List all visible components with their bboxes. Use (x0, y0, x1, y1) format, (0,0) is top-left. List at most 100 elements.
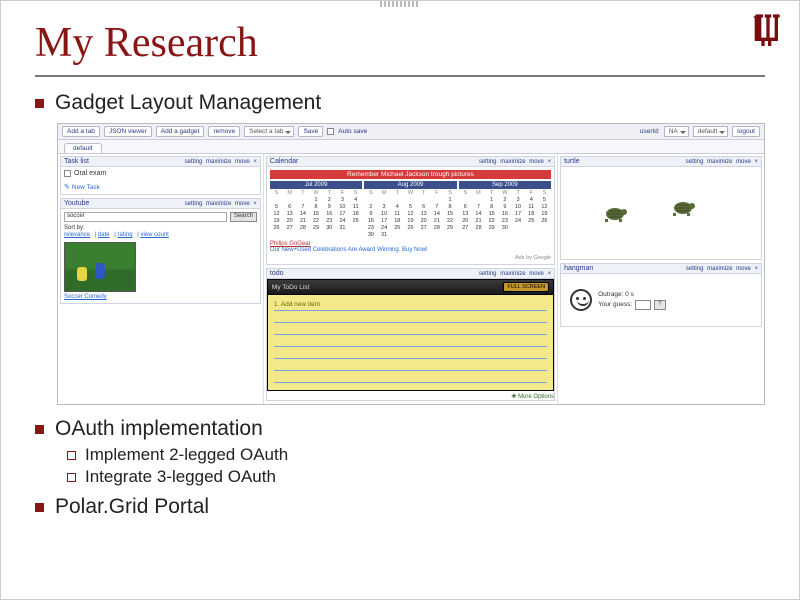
add-tab-button[interactable]: Add a tab (62, 126, 100, 137)
hangman-submit-button[interactable]: ? (654, 300, 665, 310)
youtube-actions: setting maximize move × (183, 201, 257, 207)
json-viewer-button[interactable]: JSON viewer (104, 126, 152, 137)
setting-link[interactable]: setting (479, 271, 497, 277)
maximize-link[interactable]: maximize (500, 271, 525, 277)
youtube-search-input[interactable]: soccer (64, 212, 227, 222)
remove-button[interactable]: remove (208, 126, 240, 137)
add-gadget-button[interactable]: Add a gadget (156, 126, 205, 137)
task-label: Oral exam (74, 170, 106, 177)
maximize-link[interactable]: maximize (707, 159, 732, 165)
todo-widget: todo setting maximize move × (266, 268, 555, 401)
youtube-body: soccer Search Sort by: relevance | date … (61, 209, 260, 303)
youtube-header: Youtube setting maximize move × (61, 199, 260, 209)
close-icon[interactable]: × (548, 271, 552, 277)
calendar-body: Remember Michael Jackson trough pictures… (267, 167, 554, 264)
move-link[interactable]: move (736, 159, 751, 165)
select-tab-dropdown[interactable]: Select a tab (244, 126, 294, 137)
hangman-guess-input[interactable] (635, 300, 651, 310)
logout-button[interactable]: logout (732, 126, 760, 137)
new-task-link[interactable]: New Task (64, 183, 257, 191)
youtube-caption[interactable]: Soccer Comedy (64, 294, 257, 300)
todo-line[interactable] (274, 323, 547, 335)
column-left: Task list setting maximize move × (58, 154, 264, 404)
todo-line[interactable] (274, 335, 547, 347)
tab-default[interactable]: default (64, 143, 102, 153)
maximize-link[interactable]: maximize (500, 159, 525, 165)
calendar-banner[interactable]: Remember Michael Jackson trough pictures (270, 170, 551, 179)
sort-relevance[interactable]: relevance (64, 232, 90, 238)
move-link[interactable]: move (529, 271, 544, 277)
youtube-title: Youtube (64, 200, 180, 207)
month-header: Aug 2009 (364, 181, 456, 189)
month-grid: SMTWTFS 1234 567891011 12131415161718 19… (270, 189, 362, 231)
ad-link-2[interactable]: Our New+Used Celebrations Are Award Winn… (270, 247, 428, 253)
close-icon[interactable]: × (754, 159, 758, 165)
setting-link[interactable]: setting (686, 159, 704, 165)
sub-3legged: Integrate 3-legged OAuth (85, 467, 765, 487)
user-id-dropdown[interactable]: NA (664, 126, 689, 137)
tasklist-body: Oral exam New Task (61, 167, 260, 194)
month-grid: SMTWTFS 1 2345678 9101112131415 16171819… (364, 189, 456, 238)
turtle-actions: setting maximize move × (684, 159, 758, 165)
turtle-icon (669, 197, 697, 217)
setting-link[interactable]: setting (185, 159, 203, 165)
todo-title: todo (270, 270, 474, 277)
todo-line[interactable] (274, 371, 547, 383)
fullscreen-button[interactable]: FULL SCREEN (503, 282, 549, 292)
more-options-link[interactable]: More Options (267, 393, 554, 400)
maximize-link[interactable]: maximize (206, 159, 231, 165)
calendar-actions: setting maximize move × (477, 159, 551, 165)
layout-dropdown[interactable]: default (693, 126, 729, 137)
todo-header: todo setting maximize move × (267, 269, 554, 279)
setting-link[interactable]: setting (185, 201, 203, 207)
gadget-toolbar: Add a tab JSON viewer Add a gadget remov… (58, 124, 764, 140)
bullet-list: Gadget Layout Management Add a tab JSON … (35, 91, 765, 519)
move-link[interactable]: move (235, 201, 250, 207)
hangman-text: Outrage: 0 s Your guess: ? (598, 291, 665, 310)
tasklist-header: Task list setting maximize move × (61, 157, 260, 167)
task-checkbox[interactable] (64, 170, 71, 177)
setting-link[interactable]: setting (686, 266, 704, 272)
sort-date[interactable]: date (98, 232, 110, 238)
youtube-thumbnail[interactable] (64, 242, 136, 292)
bullet-gadget-layout: Gadget Layout Management Add a tab JSON … (55, 91, 765, 405)
todo-line[interactable] (274, 311, 547, 323)
youtube-widget: Youtube setting maximize move × (60, 198, 261, 304)
save-button[interactable]: Save (298, 126, 323, 137)
task-row: Oral exam (64, 170, 257, 177)
close-icon[interactable]: × (754, 266, 758, 272)
maximize-link[interactable]: maximize (206, 201, 231, 207)
close-icon[interactable]: × (253, 159, 257, 165)
sort-rating[interactable]: rating (118, 232, 133, 238)
column-right: turtle setting maximize move × (558, 154, 764, 404)
setting-link[interactable]: setting (479, 159, 497, 165)
user-id-label: userId: (640, 128, 660, 135)
hangman-input-row: Your guess: ? (598, 300, 665, 310)
month-header: Jul 2009 (270, 181, 362, 189)
move-link[interactable]: move (235, 159, 250, 165)
todo-line[interactable] (274, 347, 547, 359)
todo-line[interactable]: 1. Add new item (274, 299, 547, 311)
slide-title: My Research (35, 15, 765, 73)
turtle-icon (601, 203, 629, 223)
todo-bar: My ToDo List FULL SCREEN (267, 279, 554, 295)
todo-notepad[interactable]: 1. Add new item (267, 295, 554, 391)
bullet-polargrid: Polar.Grid Portal (55, 495, 765, 519)
todo-line[interactable] (274, 359, 547, 371)
todo-body: My ToDo List FULL SCREEN 1. Add new item (267, 279, 554, 400)
close-icon[interactable]: × (253, 201, 257, 207)
sort-viewcount[interactable]: view count (140, 232, 168, 238)
tab-bar: default (58, 140, 764, 154)
calendar-ad-links: Philips GoGear Our New+Used Celebrations… (270, 241, 551, 253)
close-icon[interactable]: × (548, 159, 552, 165)
youtube-search-button[interactable]: Search (230, 212, 257, 222)
maximize-link[interactable]: maximize (707, 266, 732, 272)
hangman-body: Outrage: 0 s Your guess: ? (561, 274, 761, 326)
move-link[interactable]: move (529, 159, 544, 165)
auto-save-checkbox[interactable] (327, 128, 334, 135)
youtube-sort-label: Sort by: (64, 225, 257, 231)
month-header: Sep 2009 (459, 181, 551, 189)
gadget-screenshot: Add a tab JSON viewer Add a gadget remov… (57, 123, 765, 405)
hangman-widget: hangman setting maximize move × (560, 263, 762, 327)
move-link[interactable]: move (736, 266, 751, 272)
